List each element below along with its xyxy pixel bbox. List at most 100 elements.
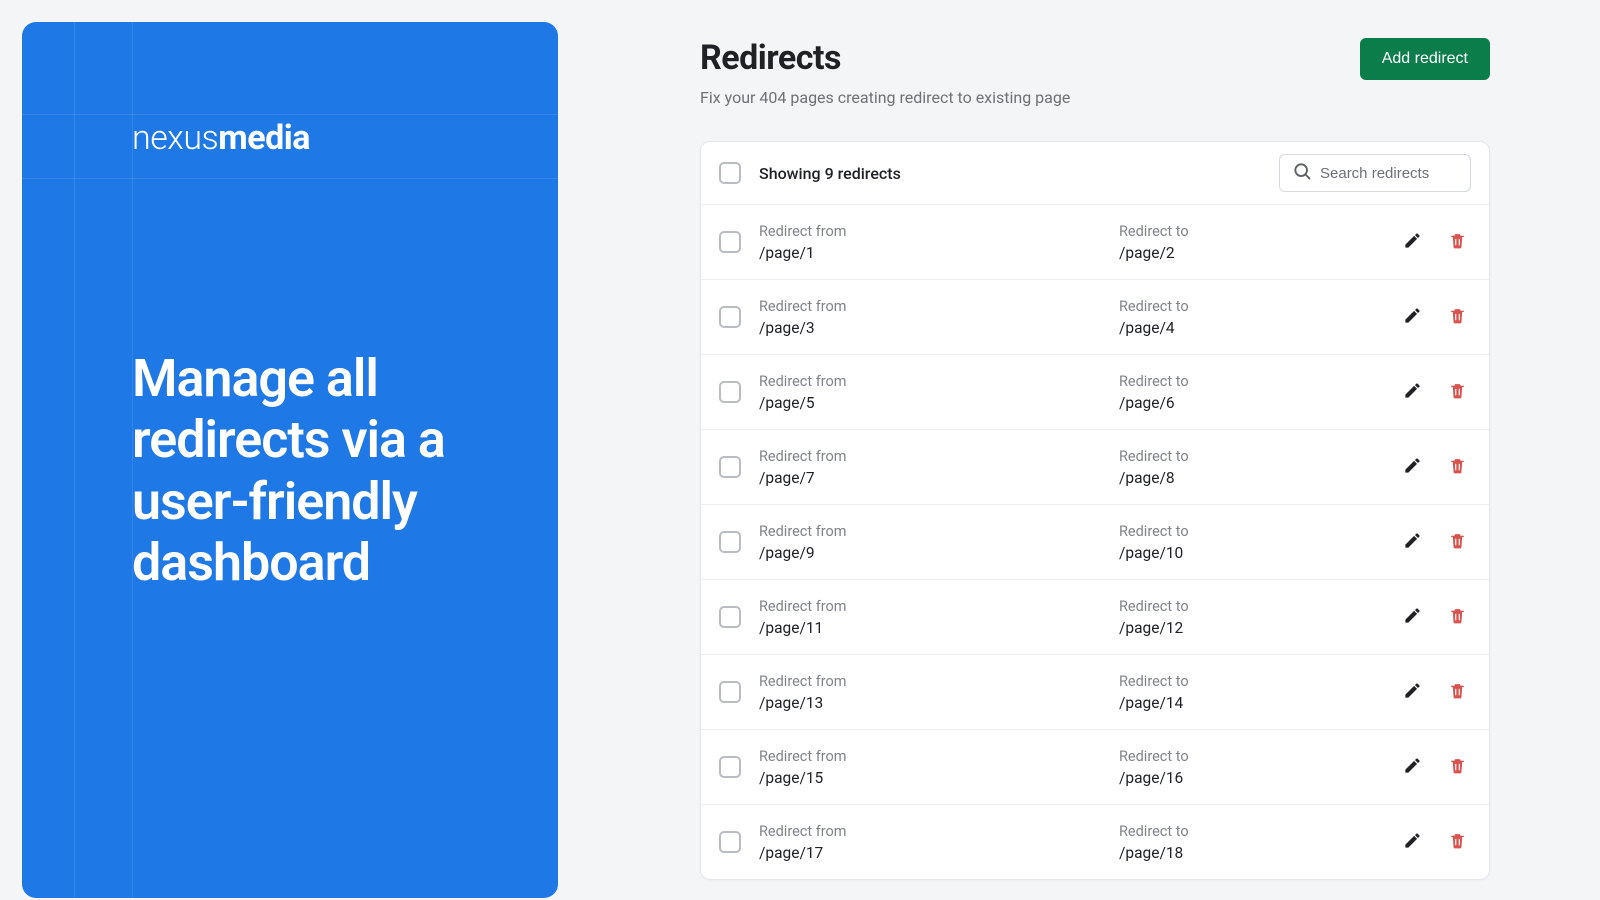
select-all-checkbox[interactable] xyxy=(719,162,741,184)
search-input[interactable] xyxy=(1320,165,1458,182)
row-actions xyxy=(1399,827,1471,857)
redirect-from-value: /page/5 xyxy=(759,394,1119,412)
trash-icon xyxy=(1448,831,1467,853)
delete-button[interactable] xyxy=(1444,677,1471,707)
redirect-to-label: Redirect to xyxy=(1119,373,1399,390)
edit-button[interactable] xyxy=(1399,677,1426,707)
row-checkbox[interactable] xyxy=(719,381,741,403)
delete-button[interactable] xyxy=(1444,752,1471,782)
search-icon xyxy=(1292,161,1312,185)
add-redirect-button[interactable]: Add redirect xyxy=(1360,38,1490,80)
redirect-from-cell: Redirect from/page/11 xyxy=(759,598,1119,637)
edit-button[interactable] xyxy=(1399,827,1426,857)
row-checkbox[interactable] xyxy=(719,831,741,853)
redirect-to-value: /page/16 xyxy=(1119,769,1399,787)
edit-button[interactable] xyxy=(1399,752,1426,782)
brand-logo-thin: nexus xyxy=(132,118,218,158)
pencil-icon xyxy=(1403,381,1422,403)
delete-button[interactable] xyxy=(1444,527,1471,557)
table-row: Redirect from/page/7Redirect to/page/8 xyxy=(701,429,1489,504)
row-actions xyxy=(1399,602,1471,632)
row-actions xyxy=(1399,227,1471,257)
table-row: Redirect from/page/15Redirect to/page/16 xyxy=(701,729,1489,804)
trash-icon xyxy=(1448,231,1467,253)
edit-button[interactable] xyxy=(1399,377,1426,407)
edit-button[interactable] xyxy=(1399,227,1426,257)
redirect-to-cell: Redirect to/page/18 xyxy=(1119,823,1399,862)
edit-button[interactable] xyxy=(1399,452,1426,482)
table-row: Redirect from/page/3Redirect to/page/4 xyxy=(701,279,1489,354)
redirect-to-value: /page/2 xyxy=(1119,244,1399,262)
delete-button[interactable] xyxy=(1444,827,1471,857)
redirect-to-value: /page/10 xyxy=(1119,544,1399,562)
redirect-from-value: /page/11 xyxy=(759,619,1119,637)
row-checkbox[interactable] xyxy=(719,606,741,628)
row-checkbox[interactable] xyxy=(719,756,741,778)
redirect-from-cell: Redirect from/page/5 xyxy=(759,373,1119,412)
redirect-to-label: Redirect to xyxy=(1119,448,1399,465)
redirect-to-label: Redirect to xyxy=(1119,298,1399,315)
edit-button[interactable] xyxy=(1399,527,1426,557)
redirect-from-label: Redirect from xyxy=(759,823,1119,840)
row-checkbox[interactable] xyxy=(719,681,741,703)
redirect-to-label: Redirect to xyxy=(1119,598,1399,615)
redirect-from-label: Redirect from xyxy=(759,298,1119,315)
redirect-from-cell: Redirect from/page/1 xyxy=(759,223,1119,262)
redirect-to-cell: Redirect to/page/12 xyxy=(1119,598,1399,637)
delete-button[interactable] xyxy=(1444,452,1471,482)
delete-button[interactable] xyxy=(1444,227,1471,257)
redirect-from-value: /page/17 xyxy=(759,844,1119,862)
redirect-from-value: /page/13 xyxy=(759,694,1119,712)
redirect-to-cell: Redirect to/page/8 xyxy=(1119,448,1399,487)
redirect-from-value: /page/9 xyxy=(759,544,1119,562)
row-actions xyxy=(1399,752,1471,782)
redirect-to-cell: Redirect to/page/6 xyxy=(1119,373,1399,412)
row-checkbox[interactable] xyxy=(719,306,741,328)
trash-icon xyxy=(1448,606,1467,628)
redirect-to-label: Redirect to xyxy=(1119,823,1399,840)
redirect-to-value: /page/6 xyxy=(1119,394,1399,412)
row-actions xyxy=(1399,377,1471,407)
redirect-from-label: Redirect from xyxy=(759,748,1119,765)
brand-logo: nexusmedia xyxy=(132,118,310,158)
delete-button[interactable] xyxy=(1444,602,1471,632)
main-content: Redirects Fix your 404 pages creating re… xyxy=(558,0,1600,900)
table-row: Redirect from/page/17Redirect to/page/18 xyxy=(701,804,1489,879)
delete-button[interactable] xyxy=(1444,377,1471,407)
redirect-from-value: /page/7 xyxy=(759,469,1119,487)
promo-heading: Manage all redirects via a user-friendly… xyxy=(132,348,498,593)
redirect-from-label: Redirect from xyxy=(759,373,1119,390)
edit-button[interactable] xyxy=(1399,302,1426,332)
redirect-from-cell: Redirect from/page/3 xyxy=(759,298,1119,337)
table-row: Redirect from/page/11Redirect to/page/12 xyxy=(701,579,1489,654)
redirect-from-cell: Redirect from/page/9 xyxy=(759,523,1119,562)
trash-icon xyxy=(1448,381,1467,403)
row-checkbox[interactable] xyxy=(719,531,741,553)
pencil-icon xyxy=(1403,606,1422,628)
delete-button[interactable] xyxy=(1444,302,1471,332)
redirect-to-value: /page/12 xyxy=(1119,619,1399,637)
redirect-to-value: /page/14 xyxy=(1119,694,1399,712)
redirect-from-value: /page/15 xyxy=(759,769,1119,787)
trash-icon xyxy=(1448,756,1467,778)
row-checkbox[interactable] xyxy=(719,231,741,253)
pencil-icon xyxy=(1403,831,1422,853)
redirect-to-label: Redirect to xyxy=(1119,223,1399,240)
row-actions xyxy=(1399,452,1471,482)
row-checkbox[interactable] xyxy=(719,456,741,478)
pencil-icon xyxy=(1403,456,1422,478)
redirect-from-cell: Redirect from/page/17 xyxy=(759,823,1119,862)
trash-icon xyxy=(1448,456,1467,478)
table-row: Redirect from/page/5Redirect to/page/6 xyxy=(701,354,1489,429)
redirect-to-cell: Redirect to/page/16 xyxy=(1119,748,1399,787)
table-row: Redirect from/page/9Redirect to/page/10 xyxy=(701,504,1489,579)
search-field[interactable] xyxy=(1279,154,1471,192)
redirect-from-value: /page/1 xyxy=(759,244,1119,262)
row-actions xyxy=(1399,302,1471,332)
edit-button[interactable] xyxy=(1399,602,1426,632)
page-subtitle: Fix your 404 pages creating redirect to … xyxy=(700,88,1070,107)
redirect-to-cell: Redirect to/page/10 xyxy=(1119,523,1399,562)
pencil-icon xyxy=(1403,681,1422,703)
redirect-to-cell: Redirect to/page/2 xyxy=(1119,223,1399,262)
brand-logo-bold: media xyxy=(218,118,310,158)
